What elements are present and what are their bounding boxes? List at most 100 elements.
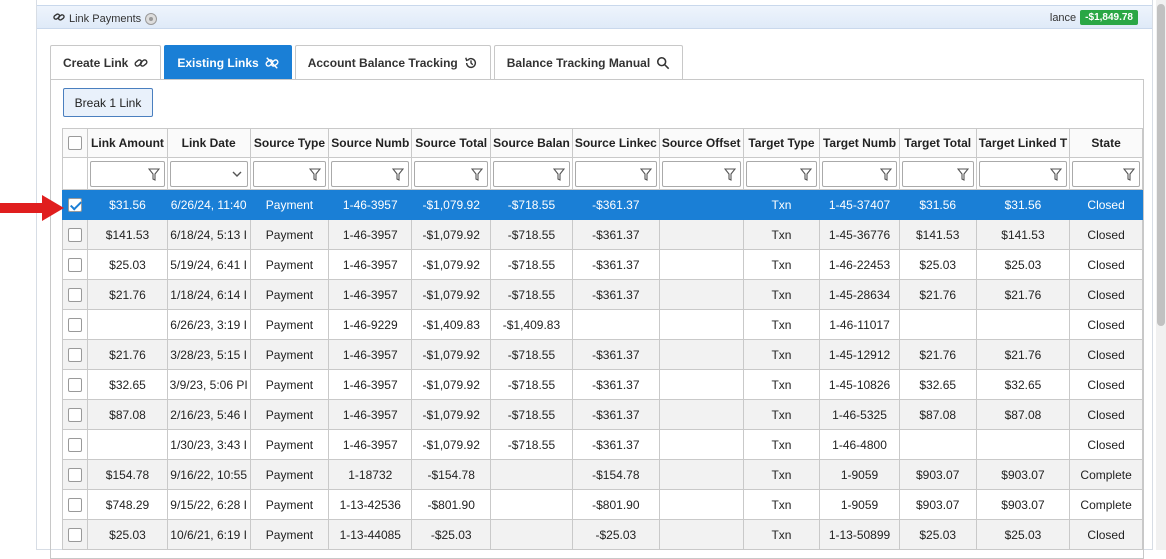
column-filter-input[interactable] (414, 160, 489, 187)
table-row[interactable]: $154.78 9/16/22, 10:55 Payment 1-18732 -$154… (61, 459, 1143, 490)
table-cell (658, 459, 744, 490)
column-header[interactable]: Source Type (249, 128, 330, 158)
table-cell: 3/28/23, 5:15 I (166, 339, 251, 370)
table-cell (975, 429, 1071, 460)
table-cell: -$1,079.92 (411, 189, 492, 220)
table-row[interactable]: 6/26/23, 3:19 I Payment 1-46-9229 -$1,409.8… (61, 309, 1143, 340)
row-checkbox[interactable] (68, 227, 83, 242)
table-cell: Closed (1069, 189, 1143, 220)
tab-create-link[interactable]: Create Link (50, 45, 162, 80)
filter-cell (166, 157, 251, 190)
column-header[interactable]: Target Total (898, 128, 977, 158)
table-cell: Complete (1069, 459, 1143, 490)
row-select-cell[interactable] (61, 399, 89, 430)
row-checkbox[interactable] (68, 317, 83, 332)
column-filter-input[interactable] (574, 160, 657, 187)
links-grid: Link Amount Link Date Source Type Source… (61, 128, 1143, 550)
table-row[interactable]: $32.65 3/9/23, 5:06 PI Payment 1-46-3957 -$1… (61, 369, 1143, 400)
filter-icon (1123, 167, 1135, 181)
table-cell: -$1,079.92 (411, 429, 492, 460)
column-header[interactable]: State (1069, 128, 1143, 158)
table-cell: -$1,079.92 (411, 399, 492, 430)
row-checkbox[interactable] (68, 527, 83, 542)
select-all-cell[interactable] (61, 128, 89, 158)
table-row[interactable]: $87.08 2/16/23, 5:46 I Payment 1-46-3957 -$1… (61, 399, 1143, 430)
table-cell: $87.08 (898, 399, 977, 430)
column-filter-input[interactable] (978, 160, 1068, 187)
table-cell: Closed (1069, 429, 1143, 460)
date-filter-dropdown[interactable] (169, 160, 248, 187)
table-cell: 1-46-3957 (328, 399, 413, 430)
table-row[interactable]: $21.76 3/28/23, 5:15 I Payment 1-46-3957 -$1… (61, 339, 1143, 370)
column-header[interactable]: Target Numb (819, 128, 900, 158)
column-header[interactable]: Target Linked T (975, 128, 1071, 158)
column-header[interactable]: Link Amount (87, 128, 168, 158)
tab-account-balance-tracking[interactable]: Account Balance Tracking (294, 45, 491, 80)
table-row[interactable]: $31.56 6/26/24, 11:40 Payment 1-46-3957 -$1,… (61, 189, 1143, 220)
column-filter-input[interactable] (1072, 160, 1140, 187)
row-checkbox[interactable] (68, 437, 83, 452)
column-filter-input[interactable] (745, 160, 818, 187)
row-checkbox[interactable] (68, 497, 83, 512)
table-cell: 1-45-36776 (819, 219, 900, 250)
tab-existing-links[interactable]: Existing Links (164, 45, 292, 80)
row-checkbox[interactable] (68, 407, 83, 422)
tab-label: Account Balance Tracking (307, 56, 458, 70)
column-header[interactable]: Source Numb (328, 128, 413, 158)
page-scrollbar[interactable] (1156, 0, 1166, 550)
column-header[interactable]: Source Total (411, 128, 492, 158)
column-header[interactable]: Target Type (742, 128, 821, 158)
table-row[interactable]: $748.29 9/15/22, 6:28 I Payment 1-13-42536-… (61, 489, 1143, 520)
tab-label: Create Link (63, 56, 129, 70)
row-select-cell[interactable] (61, 519, 89, 550)
row-select-cell[interactable] (61, 189, 89, 220)
column-filter-input[interactable] (90, 160, 165, 187)
row-select-cell[interactable] (61, 459, 89, 490)
filter-icon (471, 167, 484, 181)
scrollbar-thumb[interactable] (1157, 4, 1165, 326)
tab-balance-tracking-manual[interactable]: Balance Tracking Manual (493, 45, 684, 80)
row-checkbox[interactable] (68, 287, 83, 302)
row-select-cell[interactable] (61, 429, 89, 460)
table-cell: Closed (1069, 339, 1143, 370)
column-filter-input[interactable] (331, 160, 410, 187)
panel-title-text: Link Payments (69, 12, 142, 25)
column-header[interactable]: Source Linkec (571, 128, 660, 158)
table-row[interactable]: $25.03 10/6/21, 6:19 I Payment 1-13-44085 -$… (61, 519, 1143, 550)
row-select-cell[interactable] (61, 489, 89, 520)
select-all-checkbox[interactable] (68, 136, 83, 151)
table-cell: 1-45-10826 (819, 369, 900, 400)
row-select-cell[interactable] (61, 279, 89, 310)
row-select-cell[interactable] (61, 369, 89, 400)
table-cell: -$801.90 (571, 489, 660, 520)
row-select-cell[interactable] (61, 339, 89, 370)
row-select-cell[interactable] (61, 249, 89, 280)
table-row[interactable]: $141.53 6/18/24, 5:13 I Payment 1-46-3957 -$… (61, 219, 1143, 250)
row-select-cell[interactable] (61, 309, 89, 340)
break-link-button[interactable]: Break 1 Link (63, 88, 153, 117)
column-filter-input[interactable] (493, 160, 570, 187)
table-cell: -$361.37 (571, 219, 660, 250)
row-checkbox[interactable] (68, 347, 83, 362)
column-filter-input[interactable] (661, 160, 741, 187)
row-checkbox[interactable] (68, 467, 83, 482)
column-header[interactable]: Source Offset (658, 128, 744, 158)
table-row[interactable]: $25.03 5/19/24, 6:41 I Payment 1-46-3957 -$1… (61, 249, 1143, 280)
filter-cell (1069, 157, 1143, 190)
row-checkbox[interactable] (68, 257, 83, 272)
column-header[interactable]: Source Balan (490, 128, 573, 158)
row-select-cell[interactable] (61, 219, 89, 250)
row-checkbox[interactable] (68, 377, 83, 392)
column-filter-input[interactable] (901, 160, 974, 187)
table-row[interactable]: 1/30/23, 3:43 I Payment 1-46-3957 -$1,079.9… (61, 429, 1143, 460)
table-cell: -$1,409.83 (490, 309, 573, 340)
row-checkbox[interactable] (68, 197, 83, 212)
table-cell: 1-13-42536 (328, 489, 413, 520)
table-cell: Payment (249, 489, 330, 520)
filter-cell (328, 157, 413, 190)
column-filter-input[interactable] (822, 160, 897, 187)
column-header[interactable]: Link Date (166, 128, 251, 158)
table-row[interactable]: $21.76 1/18/24, 6:14 I Payment 1-46-3957 -$1… (61, 279, 1143, 310)
column-filter-input[interactable] (252, 160, 327, 187)
search-icon (657, 56, 670, 70)
